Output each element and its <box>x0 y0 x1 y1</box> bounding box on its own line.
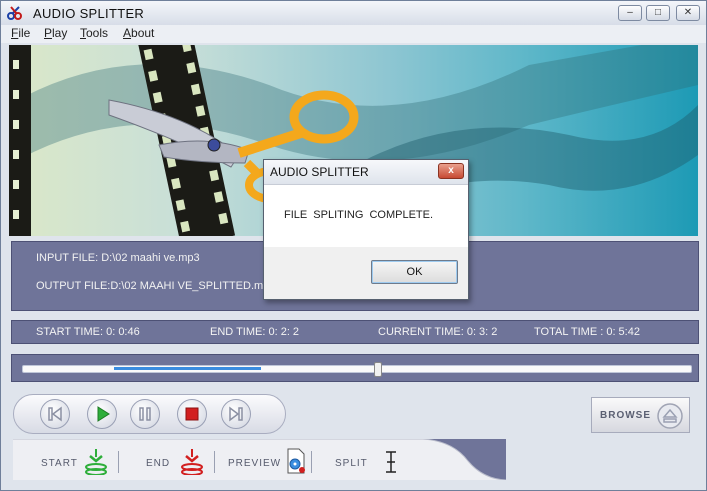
toolbar-separator <box>311 451 312 473</box>
start-time: START TIME: 0: 0:46 <box>36 326 140 338</box>
pause-button[interactable] <box>130 399 160 429</box>
dialog-message: FILE SPLITING COMPLETE. <box>284 209 434 221</box>
toolbar-separator <box>118 451 119 473</box>
menu-bar: File Play Tools About <box>1 25 706 43</box>
dialog-title-bar[interactable]: AUDIO SPLITTER x <box>264 160 468 185</box>
menu-tools-label: ools <box>86 26 109 40</box>
menu-about[interactable]: About <box>123 26 154 40</box>
current-time: CURRENT TIME: 0: 3: 2 <box>378 326 498 338</box>
end-marker-label: END <box>146 458 171 469</box>
rewind-button[interactable] <box>40 399 70 429</box>
stop-icon <box>185 407 199 421</box>
completion-dialog: AUDIO SPLITTER x FILE SPLITING COMPLETE.… <box>263 159 469 300</box>
rewind-icon <box>48 406 62 422</box>
ok-button[interactable]: OK <box>371 260 458 284</box>
browse-label: BROWSE <box>600 410 651 421</box>
split-cursor-icon[interactable] <box>381 449 401 475</box>
browse-button[interactable]: BROWSE <box>591 397 690 433</box>
dialog-body: FILE SPLITING COMPLETE. <box>264 185 468 247</box>
menu-file-label: ile <box>18 26 31 40</box>
dialog-title: AUDIO SPLITTER <box>270 165 369 179</box>
output-file-label: OUTPUT FILE:D:\02 MAAHI VE_SPLITTED.mp3 <box>36 280 276 292</box>
input-file-label: INPUT FILE: D:\02 maahi ve.mp3 <box>36 252 200 264</box>
preview-icon[interactable] <box>285 447 307 475</box>
time-panel: START TIME: 0: 0:46 END TIME: 0: 2: 2 CU… <box>11 320 699 344</box>
toolbar-separator <box>214 451 215 473</box>
total-time: TOTAL TIME : 0: 5:42 <box>534 326 640 338</box>
scissors-app-icon <box>7 6 22 20</box>
preview-label: PREVIEW <box>228 458 282 469</box>
menu-play-label: lay <box>52 26 68 40</box>
end-time: END TIME: 0: 2: 2 <box>210 326 300 338</box>
position-slider-panel <box>11 354 699 382</box>
position-thumb[interactable] <box>374 362 382 377</box>
maximize-button[interactable]: □ <box>646 5 670 21</box>
end-marker-icon[interactable] <box>179 447 205 475</box>
menu-about-label: bout <box>131 26 155 40</box>
app-window: AUDIO SPLITTER – □ ✕ File Play Tools Abo… <box>0 0 707 491</box>
menu-tools[interactable]: Tools <box>80 26 108 40</box>
menu-file[interactable]: File <box>11 26 30 40</box>
dialog-close-button[interactable]: x <box>438 163 464 179</box>
split-label: SPLIT <box>335 458 368 469</box>
window-title: AUDIO SPLITTER <box>33 6 145 21</box>
title-bar[interactable]: AUDIO SPLITTER – □ ✕ <box>1 1 706 26</box>
fast-forward-button[interactable] <box>221 399 251 429</box>
fast-forward-icon <box>229 406 243 422</box>
start-marker-icon[interactable] <box>83 447 109 475</box>
eject-icon <box>657 403 683 429</box>
menu-play[interactable]: Play <box>44 26 67 40</box>
close-button[interactable]: ✕ <box>676 5 700 21</box>
menu-play-mnemonic: P <box>44 26 53 40</box>
pause-icon <box>139 407 151 421</box>
play-icon <box>97 406 110 422</box>
play-button[interactable] <box>87 399 117 429</box>
stop-button[interactable] <box>177 399 207 429</box>
transport-controls <box>13 394 286 434</box>
split-toolbar: START END PREVIEW SPLIT <box>13 439 506 480</box>
menu-about-mnemonic: A <box>123 26 132 40</box>
start-marker-label: START <box>41 458 78 469</box>
minimize-button[interactable]: – <box>618 5 642 21</box>
split-selection-range <box>114 367 261 370</box>
